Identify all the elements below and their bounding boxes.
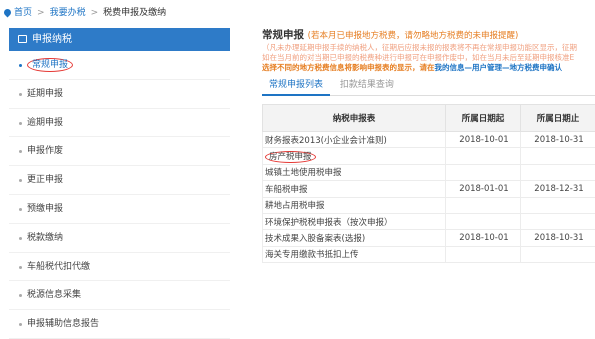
table-row[interactable]: 环境保护税税申报表（按次申报） [263,213,595,229]
sidebar-item-label: 税源信息采集 [27,290,81,300]
breadcrumb-separator: > [91,8,99,18]
sidebar-item-prepay-filing[interactable]: 预缴申报 [9,195,230,224]
sidebar-item-regular-filing[interactable]: 常规申报 [9,51,230,80]
table-row[interactable]: 海关专用缴款书抵扣上传 [263,246,595,262]
end-date-cell: 2018-10-31 [521,230,595,246]
table-row[interactable]: 耕地占用税申报 [263,197,595,213]
start-date-cell [446,197,521,213]
notice-line-3: 选择不同的地方税费信息将影响申报表的显示，请在我的信息—用户管理—地方税费申确认 [262,63,595,73]
sidebar-item-aux-report[interactable]: 申报辅助信息报告 [9,310,230,339]
bullet-icon [19,122,22,125]
table-row[interactable]: 城镇土地使用税申报 [263,164,595,180]
location-pin-icon [3,8,13,18]
start-date-cell [446,148,521,164]
bullet-icon [19,323,22,326]
start-date-cell [446,164,521,180]
breadcrumb-level1[interactable]: 我要办税 [50,8,86,18]
bullet-icon [19,93,22,96]
bullet-icon [19,294,22,297]
start-date-cell: 2018-10-01 [446,230,521,246]
breadcrumb-home[interactable]: 首页 [14,8,32,18]
end-date-cell [521,148,595,164]
end-date-cell: 2018-12-31 [521,181,595,197]
sidebar-item-label: 延期申报 [27,89,63,99]
table-row[interactable]: 技术成果入股备案表(选报) 2018-10-01 2018-10-31 [263,230,595,246]
start-date-cell [446,246,521,262]
notice-line-2: 如在当月前的对当期已申报的税费种进行申报可在申报作废中，如在当月未后至延期申报核… [262,53,595,63]
form-name-cell[interactable]: 耕地占用税申报 [263,197,446,213]
end-date-cell [521,197,595,213]
bullet-icon [19,237,22,240]
table-header-row: 纳税申报表 所属日期起 所属日期止 [263,105,595,132]
form-name-cell[interactable]: 财务报表2013(小企业会计准则) [263,132,446,148]
sidebar-item-label: 常规申报 [27,58,73,72]
end-date-cell: 2018-10-31 [521,132,595,148]
sidebar-item-vehicle-tax[interactable]: 车船税代扣代缴 [9,253,230,282]
sidebar: 申报纳税 常规申报 延期申报 逾期申报 申报作废 更正申报 预缴申报 税款缴纳 … [9,28,230,323]
sidebar-item-label: 车船税代扣代缴 [27,262,90,272]
form-name-cell[interactable]: 车船税申报 [263,181,446,197]
tab-regular-list[interactable]: 常规申报列表 [262,76,330,96]
form-name-cell[interactable]: 城镇土地使用税申报 [263,164,446,180]
sidebar-item-overdue-filing[interactable]: 逾期申报 [9,109,230,138]
page-title-row: 常规申报 (若本月已申报地方税费，请勿略地方税费的未申报提醒) [262,28,595,43]
end-date-cell [521,213,595,229]
start-date-cell: 2018-10-01 [446,132,521,148]
sidebar-item-label: 逾期申报 [27,118,63,128]
sidebar-header-label: 申报纳税 [32,34,72,45]
bullet-icon [19,64,22,67]
end-date-cell [521,164,595,180]
filing-table: 纳税申报表 所属日期起 所属日期止 财务报表2013(小企业会计准则) 2018… [262,104,595,263]
bullet-icon [19,150,22,153]
form-name-cell[interactable]: 环境保护税税申报表（按次申报） [263,213,446,229]
window-icon [18,35,27,43]
end-date-cell [521,246,595,262]
bullet-icon [19,208,22,211]
sidebar-item-label: 申报辅助信息报告 [27,319,99,329]
sidebar-item-tax-source[interactable]: 税源信息采集 [9,281,230,310]
sidebar-item-label: 申报作废 [27,146,63,156]
column-header: 所属日期起 [446,105,521,132]
sidebar-item-correct-filing[interactable]: 更正申报 [9,166,230,195]
start-date-cell: 2018-01-01 [446,181,521,197]
start-date-cell [446,213,521,229]
notice-text: 选择不同的地方税费信息将影响申报表的显示，请在 [262,63,435,72]
form-name-cell[interactable]: 海关专用缴款书抵扣上传 [263,246,446,262]
table-row[interactable]: 财务报表2013(小企业会计准则) 2018-10-01 2018-10-31 [263,132,595,148]
column-header: 纳税申报表 [263,105,446,132]
breadcrumb: 首页 > 我要办税 > 税费申报及缴纳 [0,0,595,26]
page-title: 常规申报 [262,29,304,41]
notice-line-1: （凡未办理延期申报手续的纳税人，征期后应报未报的报表将不再在常规申报功能区显示，… [262,43,595,53]
sidebar-item-tax-payment[interactable]: 税款缴纳 [9,224,230,253]
sidebar-item-label: 更正申报 [27,175,63,185]
breadcrumb-separator: > [37,8,45,18]
sidebar-item-void-filing[interactable]: 申报作废 [9,137,230,166]
highlighted-form-name[interactable]: 房产税申报 [265,151,316,163]
sidebar-item-label: 预缴申报 [27,204,63,214]
bullet-icon [19,266,22,269]
form-name-cell[interactable]: 技术成果入股备案表(选报) [263,230,446,246]
main-content: 常规申报 (若本月已申报地方税费，请勿略地方税费的未申报提醒) （凡未办理延期申… [262,28,595,323]
table-row[interactable]: 车船税申报 2018-01-01 2018-12-31 [263,181,595,197]
tab-bar: 常规申报列表 扣款结果查询 [262,76,595,96]
sidebar-item-deferred-filing[interactable]: 延期申报 [9,80,230,109]
table-row[interactable]: 房产税申报 [263,148,595,164]
bullet-icon [19,179,22,182]
title-note: (若本月已申报地方税费，请勿略地方税费的未申报提醒) [308,31,519,41]
sidebar-item-label: 税款缴纳 [27,233,63,243]
sidebar-header[interactable]: 申报纳税 [9,28,230,51]
breadcrumb-current: 税费申报及缴纳 [103,8,166,18]
user-management-link[interactable]: 我的信息—用户管理—地方税费申确认 [435,63,563,72]
form-name-cell[interactable]: 房产税申报 [263,148,446,164]
tab-deduction-query[interactable]: 扣款结果查询 [333,76,401,96]
column-header: 所属日期止 [521,105,595,132]
